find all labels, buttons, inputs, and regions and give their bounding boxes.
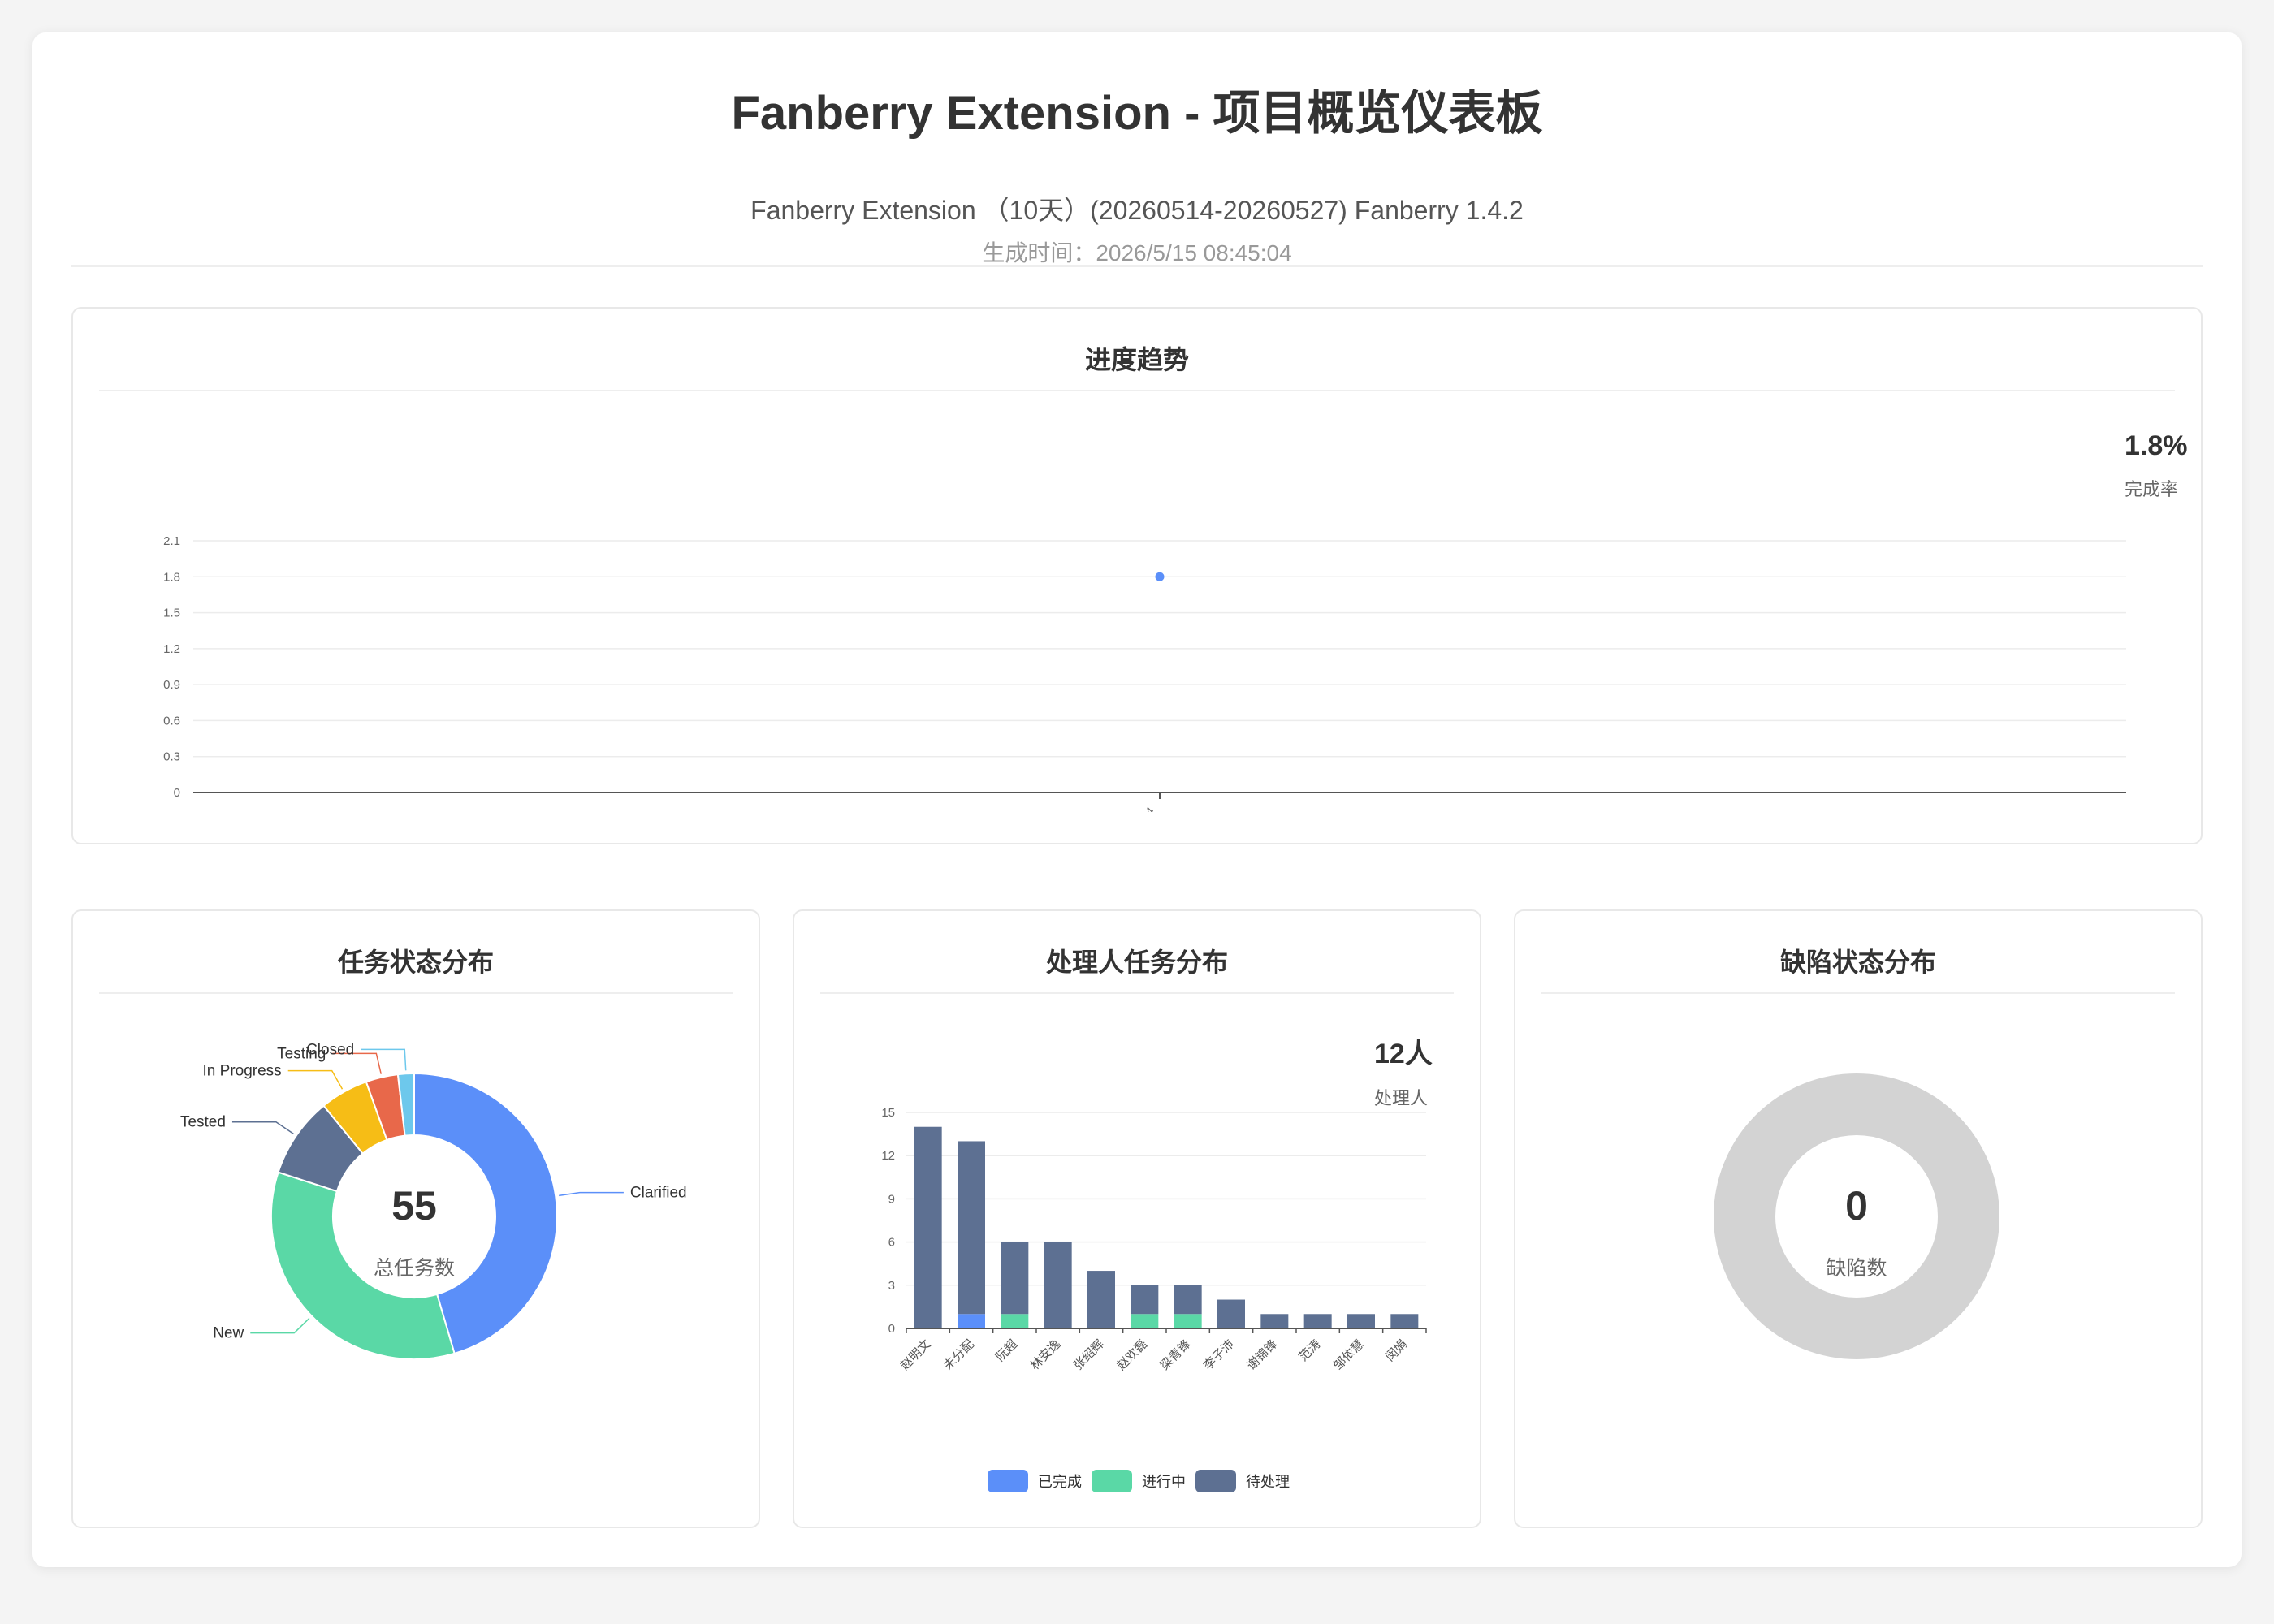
legend-item[interactable]: 进行中 <box>1092 1470 1186 1492</box>
dashboard-page: Fanberry Extension - 项目概览仪表板 Fanberry Ex… <box>32 32 2242 1567</box>
bar-segment <box>1174 1285 1202 1315</box>
bar-segment <box>1217 1299 1245 1328</box>
progress-trend-card: 进度趋势 1.8% 完成率 00.30.60.91.21.51.82.105/1… <box>71 307 2203 844</box>
defect-status-card: 缺陷状态分布 0 缺陷数 <box>1514 909 2203 1528</box>
legend-swatch <box>1195 1470 1236 1492</box>
bar-segment <box>1001 1314 1029 1328</box>
y-tick-label: 2.1 <box>163 534 180 548</box>
defect-count-label: 缺陷数 <box>1826 1257 1887 1280</box>
bar-segment <box>1174 1314 1202 1328</box>
x-tick-label: 未分配 <box>941 1337 977 1373</box>
legend-item[interactable]: 待处理 <box>1195 1470 1290 1492</box>
total-tasks-value: 55 <box>391 1183 437 1229</box>
x-tick-label: 梁青锋 <box>1158 1337 1194 1373</box>
x-tick-label: 赵明文 <box>898 1337 934 1373</box>
bar-segment <box>1131 1314 1159 1328</box>
total-tasks-label: 总任务数 <box>374 1257 455 1280</box>
bar-segment <box>958 1141 985 1315</box>
bar-segment <box>1260 1314 1289 1328</box>
slice-label: Clarified <box>630 1185 687 1202</box>
bar-segment <box>1390 1314 1419 1328</box>
progress-trend-chart: 0 0.3 0.6 0.9 1.2 1.5 1.8 2.1 05/14 <box>163 534 2126 812</box>
y-tick-label: 6 <box>888 1236 895 1250</box>
slice-label: Tested <box>180 1114 226 1131</box>
defect-count-value: 0 <box>1845 1183 1868 1229</box>
legend-swatch <box>1092 1470 1132 1492</box>
slice-label-line <box>559 1191 624 1197</box>
generated-time: 生成时间：2026/5/15 08:45:04 <box>982 240 1292 266</box>
y-tick-label: 0 <box>888 1322 895 1336</box>
slice-label-line <box>231 1121 294 1135</box>
legend-label: 已完成 <box>1038 1474 1082 1490</box>
x-tick-label: 闵娟 <box>1383 1337 1410 1364</box>
x-tick-label: 张绍辉 <box>1071 1337 1107 1373</box>
defect-status-donut-chart: 0 缺陷数 <box>1714 1073 1999 1359</box>
x-tick-label: 李子沛 <box>1201 1337 1237 1373</box>
bar-segment <box>1087 1271 1115 1328</box>
slice-label: New <box>213 1325 244 1342</box>
y-tick-label: 0.3 <box>163 750 180 764</box>
y-tick-label: 1.8 <box>163 570 180 584</box>
x-tick-label: 阮超 <box>993 1337 1020 1364</box>
x-tick-label: 邹依慧 <box>1331 1337 1367 1373</box>
legend-label: 进行中 <box>1142 1474 1186 1490</box>
slice-label: Closed <box>306 1041 354 1058</box>
y-tick-label: 1.2 <box>163 642 180 656</box>
assignee-distribution-card: 处理人任务分布 12人 处理人 0 3 6 9 12 15 赵明文 未分配 阮超 林安逸 张绍辉 赵欢… <box>793 909 1481 1528</box>
x-tick-label: 范涛 <box>1296 1337 1323 1364</box>
page-subtitle: Fanberry Extension （10天）(20260514-202605… <box>750 196 1524 225</box>
bar-segment <box>1303 1314 1332 1328</box>
bar-segment <box>1001 1242 1029 1315</box>
bar-segment <box>1044 1242 1072 1328</box>
y-tick-label: 15 <box>881 1106 895 1120</box>
x-tick-label: 05/14 <box>1126 805 1157 812</box>
page-title: Fanberry Extension - 项目概览仪表板 <box>731 87 1543 140</box>
y-tick-label: 3 <box>888 1279 895 1293</box>
data-point <box>1155 572 1165 581</box>
bar-segment <box>1347 1314 1375 1328</box>
y-tick-label: 12 <box>881 1149 895 1163</box>
header-divider <box>71 265 2203 267</box>
x-tick-label: 谢锦锋 <box>1244 1337 1280 1373</box>
assignee-bar-chart: 0 3 6 9 12 15 赵明文 未分配 阮超 林安逸 张绍辉 赵欢磊 梁青锋 李子沛 谢锦锋 范涛 邹依慧闵… <box>881 1106 1427 1373</box>
x-tick-label: 赵欢磊 <box>1114 1337 1150 1373</box>
bar-segment <box>1131 1285 1159 1315</box>
legend-label: 待处理 <box>1246 1474 1290 1490</box>
slice-label-line <box>361 1048 407 1071</box>
bar-segment <box>958 1314 985 1328</box>
y-tick-label: 0.9 <box>163 678 180 692</box>
y-tick-label: 9 <box>888 1192 895 1206</box>
legend-item[interactable]: 已完成 <box>988 1470 1082 1492</box>
y-tick-label: 1.5 <box>163 607 180 620</box>
slice-label-line <box>250 1317 310 1334</box>
task-status-card: 任务状态分布 55 总任务数 Clarified New Tested In Prog… <box>71 909 760 1528</box>
task-status-donut-chart: 55 总任务数 ClarifiedNewTestedIn ProgressTes… <box>180 1041 687 1360</box>
slice-label: In Progress <box>203 1063 282 1080</box>
x-tick-label: 林安逸 <box>1028 1337 1064 1373</box>
slice-label-line <box>287 1069 344 1090</box>
legend-swatch <box>988 1470 1028 1492</box>
y-tick-label: 0.6 <box>163 714 180 728</box>
bar-segment <box>914 1126 942 1328</box>
y-tick-label: 0 <box>174 786 180 800</box>
